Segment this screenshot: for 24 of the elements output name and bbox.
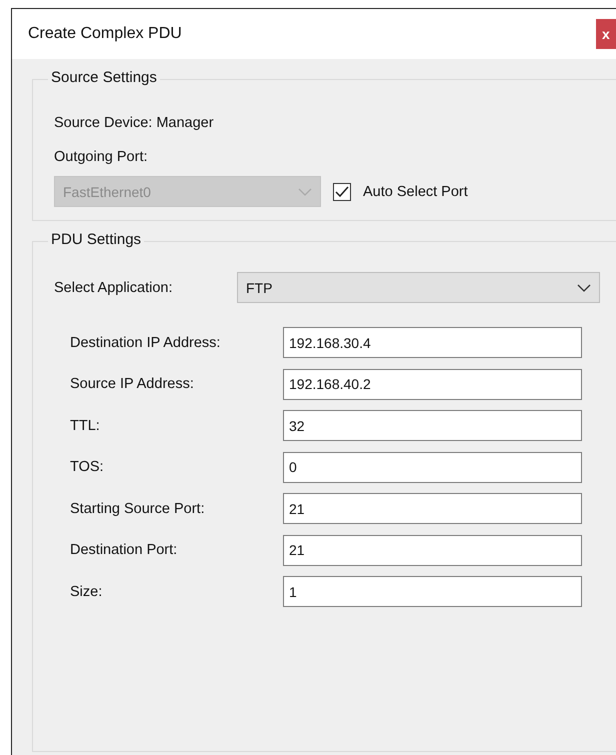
auto-select-label: Auto Select Port [363, 184, 468, 200]
field-label: TOS: [70, 459, 105, 475]
field-label: Source IP Address: [70, 376, 195, 392]
input-field[interactable]: 1 [283, 576, 582, 607]
field-label: Starting Source Port: [70, 500, 206, 516]
input-field[interactable]: 0 [283, 452, 582, 482]
input-field[interactable]: 21 [283, 534, 582, 566]
auto-select-checkbox[interactable] [333, 182, 351, 200]
field-label: TTL: [70, 418, 101, 434]
field-label: Destination IP Address: [70, 334, 222, 350]
close-button[interactable]: x [596, 19, 616, 49]
source-device-label: Source Device: Manager [54, 115, 214, 131]
input-field[interactable]: 32 [283, 410, 582, 441]
window-title: Create Complex PDU [28, 25, 182, 43]
application-dropdown[interactable]: FTP [237, 272, 600, 303]
field-label: Destination Port: [70, 542, 178, 558]
group-title: PDU Settings [48, 231, 144, 248]
input-field[interactable]: 192.168.40.2 [283, 368, 582, 400]
outgoing-port-label: Outgoing Port: [54, 149, 148, 165]
input-field[interactable]: 21 [283, 493, 582, 524]
input-field[interactable]: 192.168.30.4 [283, 327, 582, 358]
select-application-label: Select Application: [54, 280, 174, 296]
group-title: Source Settings [48, 69, 160, 86]
field-label: Size: [70, 584, 104, 600]
